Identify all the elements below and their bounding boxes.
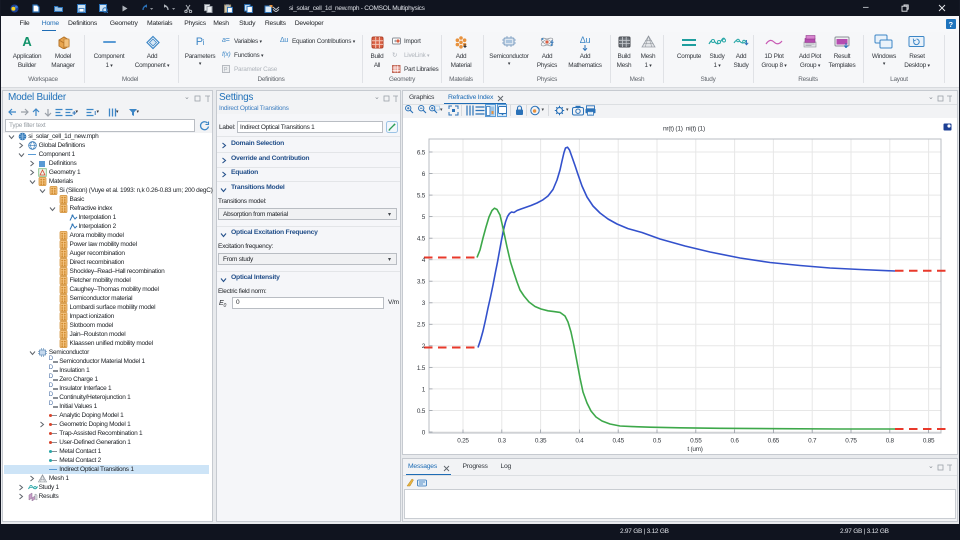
svg-text:0.45: 0.45 bbox=[612, 438, 624, 445]
svg-text:6.5: 6.5 bbox=[417, 149, 426, 156]
svg-text:0.75: 0.75 bbox=[845, 438, 857, 445]
svg-text:nr(t) (1) ni(t) (1): nr(t) (1) ni(t) (1) bbox=[663, 126, 705, 133]
svg-text:0.8: 0.8 bbox=[886, 438, 895, 445]
svg-text:0.55: 0.55 bbox=[690, 438, 702, 445]
svg-text:0.5: 0.5 bbox=[653, 438, 662, 445]
svg-text:0.7: 0.7 bbox=[808, 438, 817, 445]
svg-text:0.65: 0.65 bbox=[768, 438, 780, 445]
svg-text:4.5: 4.5 bbox=[417, 236, 426, 243]
svg-text:5.5: 5.5 bbox=[417, 193, 426, 200]
svg-text:0.4: 0.4 bbox=[575, 438, 584, 445]
svg-text:0.6: 0.6 bbox=[731, 438, 740, 445]
svg-text:1.5: 1.5 bbox=[417, 365, 426, 372]
svg-text:P: P bbox=[224, 68, 228, 74]
svg-text:t (um): t (um) bbox=[687, 446, 702, 453]
svg-text:0.85: 0.85 bbox=[923, 438, 935, 445]
svg-text:0.5: 0.5 bbox=[417, 408, 426, 415]
svg-text:2.5: 2.5 bbox=[417, 322, 426, 329]
svg-text:3.5: 3.5 bbox=[417, 279, 426, 286]
svg-text:0.25: 0.25 bbox=[457, 438, 469, 445]
svg-text:0.3: 0.3 bbox=[498, 438, 507, 445]
svg-text:0.35: 0.35 bbox=[535, 438, 547, 445]
